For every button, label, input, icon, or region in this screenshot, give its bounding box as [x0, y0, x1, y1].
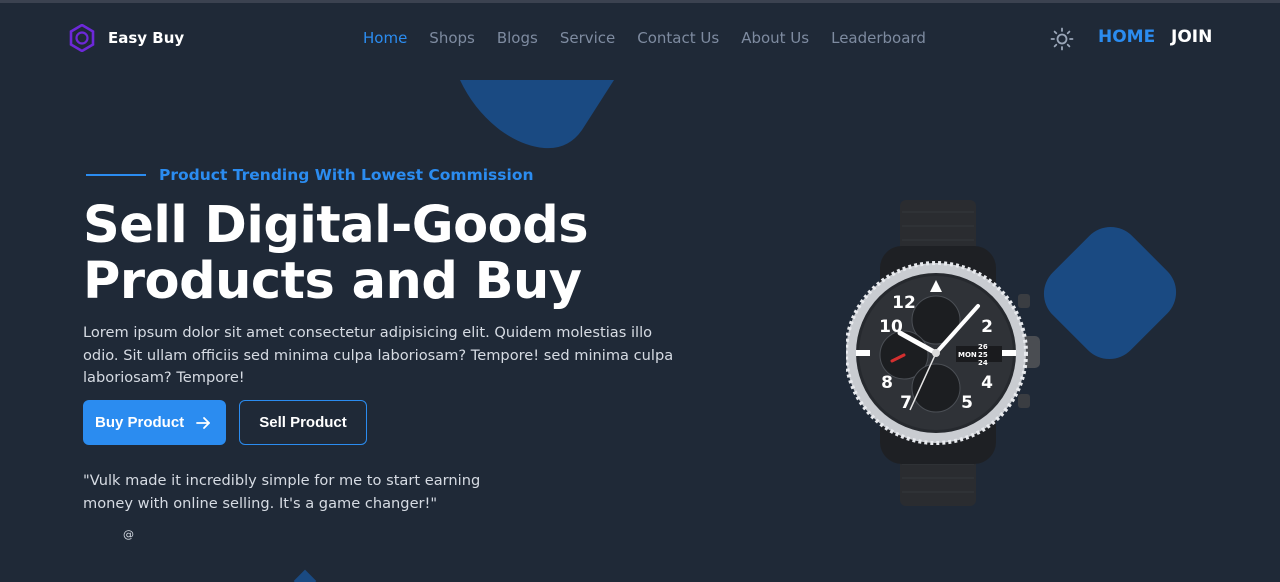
buy-product-button[interactable]: Buy Product — [83, 400, 226, 445]
tagline-text: Product Trending With Lowest Commission — [159, 166, 534, 184]
dial-numeral-5: 5 — [961, 393, 973, 413]
date-current: 25 — [978, 351, 988, 359]
headline-line-1: Sell Digital-Goods — [83, 196, 589, 255]
testimonial-quote: "Vulk made it incredibly simple for me t… — [83, 472, 481, 512]
watch-product-image: 10 12 2 4 5 7 8 MON 26 25 24 — [846, 200, 1040, 506]
join-link[interactable]: JOIN — [1171, 27, 1212, 47]
nav-link-service[interactable]: Service — [560, 29, 615, 47]
dial-numeral-4: 4 — [981, 373, 993, 393]
hero-tagline: Product Trending With Lowest Commission — [86, 166, 534, 184]
testimonial-author: @ — [123, 528, 134, 541]
nav-link-blogs[interactable]: Blogs — [497, 29, 538, 47]
decorative-shape-top — [460, 80, 614, 149]
sun-icon[interactable] — [1050, 27, 1074, 51]
nav-link-home[interactable]: Home — [363, 29, 407, 47]
navbar: Easy Buy Home Shops Blogs Service Contac… — [0, 3, 1280, 75]
hero-description: Lorem ipsum dolor sit amet consectetur a… — [83, 324, 674, 386]
sell-product-label: Sell Product — [259, 414, 347, 431]
sell-product-button[interactable]: Sell Product — [239, 400, 367, 445]
date-prev: 26 — [978, 343, 988, 351]
nav-link-about-us[interactable]: About Us — [741, 29, 809, 47]
date-day: MON — [958, 351, 977, 359]
nav-link-shops[interactable]: Shops — [429, 29, 475, 47]
hexagon-logo-icon — [69, 24, 95, 52]
nav-link-leaderboard[interactable]: Leaderboard — [831, 29, 926, 47]
date-next: 24 — [978, 359, 988, 367]
dial-numeral-8: 8 — [881, 373, 893, 393]
nav-link-contact-us[interactable]: Contact Us — [637, 29, 719, 47]
buy-product-label: Buy Product — [95, 414, 185, 431]
tagline-divider — [86, 174, 146, 176]
headline-line-2: Products and Buy — [83, 252, 582, 311]
dial-numeral-2: 2 — [981, 317, 993, 337]
hero-headline: Sell Digital-Goods Products and Buy — [83, 196, 589, 311]
main-menu: Home Shops Blogs Service Contact Us Abou… — [363, 29, 948, 47]
brand-name: Easy Buy — [108, 29, 185, 47]
arrow-right-icon — [196, 416, 211, 429]
dial-numeral-12: 12 — [892, 293, 916, 313]
brand-logo[interactable]: Easy Buy — [68, 24, 184, 52]
decorative-shape-bottom — [293, 569, 317, 582]
home-link[interactable]: HOME — [1098, 27, 1155, 47]
